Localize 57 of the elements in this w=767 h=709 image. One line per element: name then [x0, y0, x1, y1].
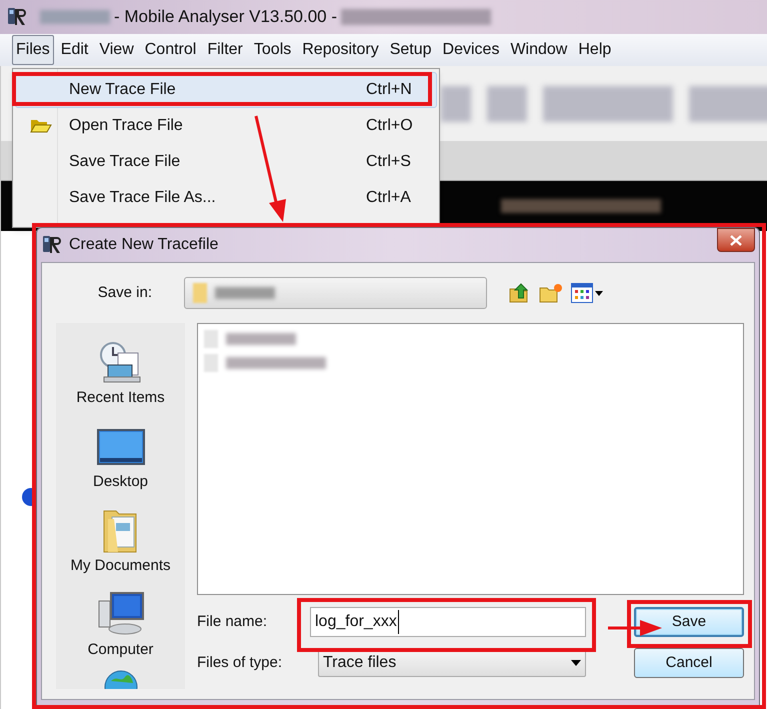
menu-entry[interactable]: Save Trace File As... Ctrl+A: [15, 180, 437, 216]
menu-item[interactable]: Setup: [386, 35, 436, 65]
blurred-text: [40, 10, 110, 24]
menu-item[interactable]: Repository: [298, 35, 383, 65]
app-logo-icon: [41, 234, 63, 256]
blurred-text: [226, 333, 296, 345]
menu-label: Save Trace File As...: [69, 188, 216, 208]
menu-label: Save Trace File: [69, 152, 180, 172]
menu-item[interactable]: Control: [140, 35, 200, 65]
dialog-button[interactable]: Cancel: [634, 648, 744, 678]
menu-item[interactable]: Tools: [250, 35, 296, 65]
recent-items-icon: [98, 341, 144, 385]
blurred-content: [204, 330, 218, 348]
dialog-button[interactable]: Save: [634, 607, 744, 637]
shortcut-label: Ctrl+O: [366, 116, 414, 136]
grid-view-icon: [571, 283, 593, 303]
close-icon: [730, 234, 742, 246]
place-item[interactable]: Desktop: [58, 417, 182, 501]
close-button[interactable]: [717, 228, 755, 252]
shortcut-label: Ctrl+N: [366, 80, 413, 100]
menu-entry[interactable]: Save Trace File Ctrl+S: [15, 144, 437, 180]
caret-icon: [595, 290, 603, 296]
shortcut-label: Ctrl+A: [366, 188, 412, 208]
annotation-arrow: [608, 620, 662, 636]
menu-item[interactable]: Devices: [438, 35, 504, 65]
field-label: File name:: [197, 612, 268, 632]
up-folder-icon[interactable]: [509, 282, 531, 304]
file-name-field[interactable]: log_for_xxx: [310, 607, 586, 637]
blurred-content: [441, 86, 471, 122]
new-folder-icon[interactable]: [539, 283, 563, 303]
blurred-content: [204, 354, 218, 372]
view-menu-button[interactable]: [571, 283, 603, 303]
blurred-text: [215, 287, 275, 299]
menu-item[interactable]: Edit: [56, 35, 92, 65]
window-title: - Mobile Analyser V13.50.00 -: [114, 6, 338, 28]
blurred-content: [487, 86, 527, 122]
folder-icon: [30, 119, 52, 133]
menu-entry[interactable]: Open Trace File Ctrl+O: [15, 108, 437, 144]
place-item[interactable]: Recent Items: [58, 333, 182, 417]
place-item[interactable]: Computer: [58, 585, 182, 669]
shortcut-label: Ctrl+S: [366, 152, 412, 172]
menu-item[interactable]: Window: [506, 35, 572, 65]
field-label: Files of type:: [197, 652, 284, 673]
caret-icon: [571, 660, 581, 666]
blurred-content: [193, 283, 207, 303]
menu-item[interactable]: Help: [574, 35, 616, 65]
menu-item[interactable]: Filter: [203, 35, 247, 65]
computer-icon: [96, 591, 144, 637]
place-item[interactable]: My Documents: [58, 501, 182, 585]
menu-label: Open Trace File: [69, 116, 183, 136]
menu-label: New Trace File: [69, 80, 176, 100]
dialog-title: Create New Tracefile: [69, 235, 218, 255]
menu-item[interactable]: Files: [12, 35, 54, 65]
field-label: Save in:: [96, 282, 153, 303]
globe-icon: [102, 669, 138, 689]
menu-item[interactable]: View: [95, 35, 138, 65]
app-logo-icon: [6, 6, 28, 28]
